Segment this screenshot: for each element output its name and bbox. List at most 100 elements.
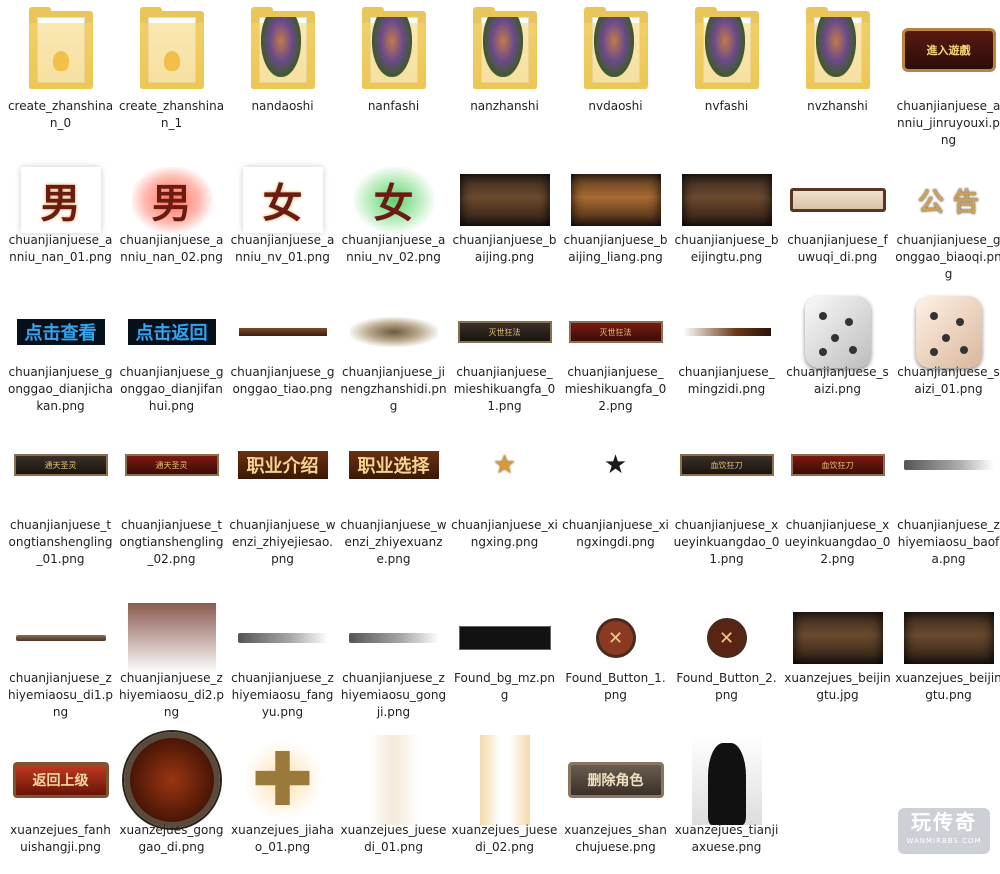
file-thumbnail: 通天圣灵 [124,445,219,485]
file-item[interactable]: nandaoshi [227,7,338,150]
star-dark-icon: ★ [603,450,628,480]
file-thumbnail: 血饮狂刀 [790,445,885,485]
file-item[interactable]: ★ chuanjianjuese_xingxingdi.png [560,445,671,569]
file-item[interactable]: ★ chuanjianjuese_xingxing.png [449,445,560,569]
round-frame-image [123,732,220,828]
file-name: xuanzejues_beijingtu.jpg [784,671,891,702]
file-name: chuanjianjuese_tongtianshengling_01.png [8,518,113,566]
file-item[interactable]: chuanjianjuese_beijingtu.png [671,160,782,284]
file-item[interactable]: 职业选择 chuanjianjuese_wenzi_zhiyexuanze.png [338,445,449,569]
file-thumbnail: 删除角色 [567,730,664,830]
file-item[interactable]: chuanjianjuese_saizi_01.png [893,292,1000,416]
file-item[interactable]: 职业介绍 chuanjianjuese_wenzi_zhiyejiesao.png [227,445,338,569]
file-item[interactable]: 返回上级 xuanzejues_fanhuishangji.png [5,730,116,874]
background-scene-image [792,612,883,664]
file-item[interactable]: chuanjianjuese_fuwuqi_di.png [782,160,893,284]
watermark-title: 玩传奇 [911,810,977,834]
file-item[interactable]: chuanjianjuese_zhiyemiaosu_fangyu.png [227,598,338,722]
file-item[interactable]: chuanjianjuese_baijing_liang.png [560,160,671,284]
name-bar-image [682,328,771,336]
file-item[interactable]: 通天圣灵 chuanjianjuese_tongtianshengling_02.… [116,445,227,569]
thin-scroll-image [15,635,106,641]
file-name: chuanjianjuese_gonggao_biaoqi.png [895,233,1000,281]
file-item[interactable]: nanzhanshi [449,7,560,150]
file-name: chuanjianjuese_saizi.png [786,365,889,396]
file-item[interactable]: nvzhanshi [782,7,893,150]
file-item[interactable]: nvfashi [671,7,782,150]
file-item[interactable]: ✕ Found_Button_1.png [560,598,671,722]
file-item[interactable]: ✚ xuanzejues_jiahao_01.png [227,730,338,874]
ornate-banner-red-image: 通天圣灵 [124,454,219,476]
file-item[interactable]: 血饮狂刀 chuanjianjuese_xueyinkuangdao_02.png [782,445,893,569]
file-item[interactable]: xuanzejues_gonggao_di.png [116,730,227,874]
file-item[interactable]: chuanjianjuese_baijing.png [449,160,560,284]
folder-character-icon [472,7,537,89]
file-thumbnail: 血饮狂刀 [679,445,774,485]
female-glyph-image: 女 [242,167,323,233]
enter-game-button-image: 進入遊戲 [901,28,996,72]
file-item[interactable]: xuanzejues_juesedi_01.png [338,730,449,874]
file-item[interactable]: create_zhanshinan_1 [116,7,227,150]
file-thumbnail: 职业选择 [348,445,439,485]
file-item[interactable]: chuanjianjuese_gonggao_tiao.png [227,292,338,416]
file-item[interactable]: Found_bg_mz.png [449,598,560,722]
file-thumbnail [681,7,772,90]
file-name: xuanzejues_beijingtu.png [895,671,1000,702]
file-item[interactable]: 血饮狂刀 chuanjianjuese_xueyinkuangdao_01.png [671,445,782,569]
file-item[interactable]: nvdaoshi [560,7,671,150]
file-item[interactable]: create_zhanshinan_0 [5,7,116,150]
file-thumbnail: 灭世狂法 [568,292,663,372]
file-thumbnail: 男 [15,160,106,240]
file-thumbnail: 灭世狂法 [457,292,552,372]
file-item[interactable]: 女 chuanjianjuese_anniu_nv_02.png [338,160,449,284]
file-item[interactable]: xuanzejues_beijingtu.png [893,598,1000,722]
file-name: chuanjianjuese_mieshikuangfa_01.png [453,365,556,413]
file-item[interactable]: chuanjianjuese_zhiyemiaosu_gongji.png [338,598,449,722]
file-item[interactable]: 点击返回 chuanjianjuese_gonggao_dianjifanhui.… [116,292,227,416]
file-item[interactable]: 男 chuanjianjuese_anniu_nan_02.png [116,160,227,284]
file-item[interactable]: 灭世狂法 chuanjianjuese_mieshikuangfa_01.png [449,292,560,416]
dark-bar-image [458,626,551,650]
ornate-banner-image: 通天圣灵 [13,454,108,476]
silhouette-image [691,735,762,825]
file-thumbnail [681,730,772,830]
file-item[interactable]: chuanjianjuese_zhiyemiaosu_baofa.png [893,445,1000,569]
file-item[interactable]: 删除角色 xuanzejues_shanchujuese.png [560,730,671,874]
skill-base-image [349,317,438,347]
file-thumbnail [348,598,439,678]
file-thumbnail: 职业介绍 [237,445,328,485]
male-glyph-glow-image: 男 [131,167,212,233]
file-item[interactable]: xuanzejues_tianjiaxuese.png [671,730,782,874]
file-thumbnail [459,160,550,240]
file-thumbnail: ★ [570,445,661,485]
file-item[interactable]: chuanjianjuese_zhiyemiaosu_di1.png [5,598,116,722]
file-name: xuanzejues_fanhuishangji.png [10,823,111,854]
file-item[interactable]: chuanjianjuese_saizi.png [782,292,893,416]
file-name: chuanjianjuese_gonggao_dianjichakan.png [7,365,113,413]
file-name: chuanjianjuese_mingzidi.png [678,365,775,396]
file-thumbnail [126,598,217,678]
file-item[interactable]: ✕ Found_Button_2.png [671,598,782,722]
file-item[interactable]: 点击查看 chuanjianjuese_gonggao_dianjichakan.… [5,292,116,416]
background-scene-image [459,174,550,226]
file-thumbnail [792,292,883,372]
file-item[interactable]: 男 chuanjianjuese_anniu_nan_01.png [5,160,116,284]
gold-text-image: 职业选择 [348,451,439,479]
file-item[interactable]: xuanzejues_juesedi_02.png [449,730,560,874]
file-item[interactable]: 進入遊戲 chuanjianjuese_anniu_jinruyouxi.png [893,10,1000,150]
file-thumbnail [792,598,883,678]
file-item[interactable]: chuanjianjuese_zhiyemiaosu_di2.png [116,598,227,722]
file-name: nanzhanshi [470,99,539,113]
file-item[interactable]: chuanjianjuese_mingzidi.png [671,292,782,416]
file-item[interactable]: xuanzejues_beijingtu.jpg [782,598,893,722]
file-item[interactable]: nanfashi [338,7,449,150]
file-name: chuanjianjuese_zhiyemiaosu_di2.png [118,671,225,719]
ornate-banner-red-image: 灭世狂法 [568,321,663,343]
female-glyph-glow-image: 女 [353,167,434,233]
file-item[interactable]: 通天圣灵 chuanjianjuese_tongtianshengling_01.… [5,445,116,569]
file-thumbnail: ✕ [570,598,661,678]
file-item[interactable]: chuanjianjuese_jinengzhanshidi.png [338,292,449,416]
file-item[interactable]: 灭世狂法 chuanjianjuese_mieshikuangfa_02.png [560,292,671,416]
file-item[interactable]: 公 告 chuanjianjuese_gonggao_biaoqi.png [893,160,1000,284]
file-item[interactable]: 女 chuanjianjuese_anniu_nv_01.png [227,160,338,284]
